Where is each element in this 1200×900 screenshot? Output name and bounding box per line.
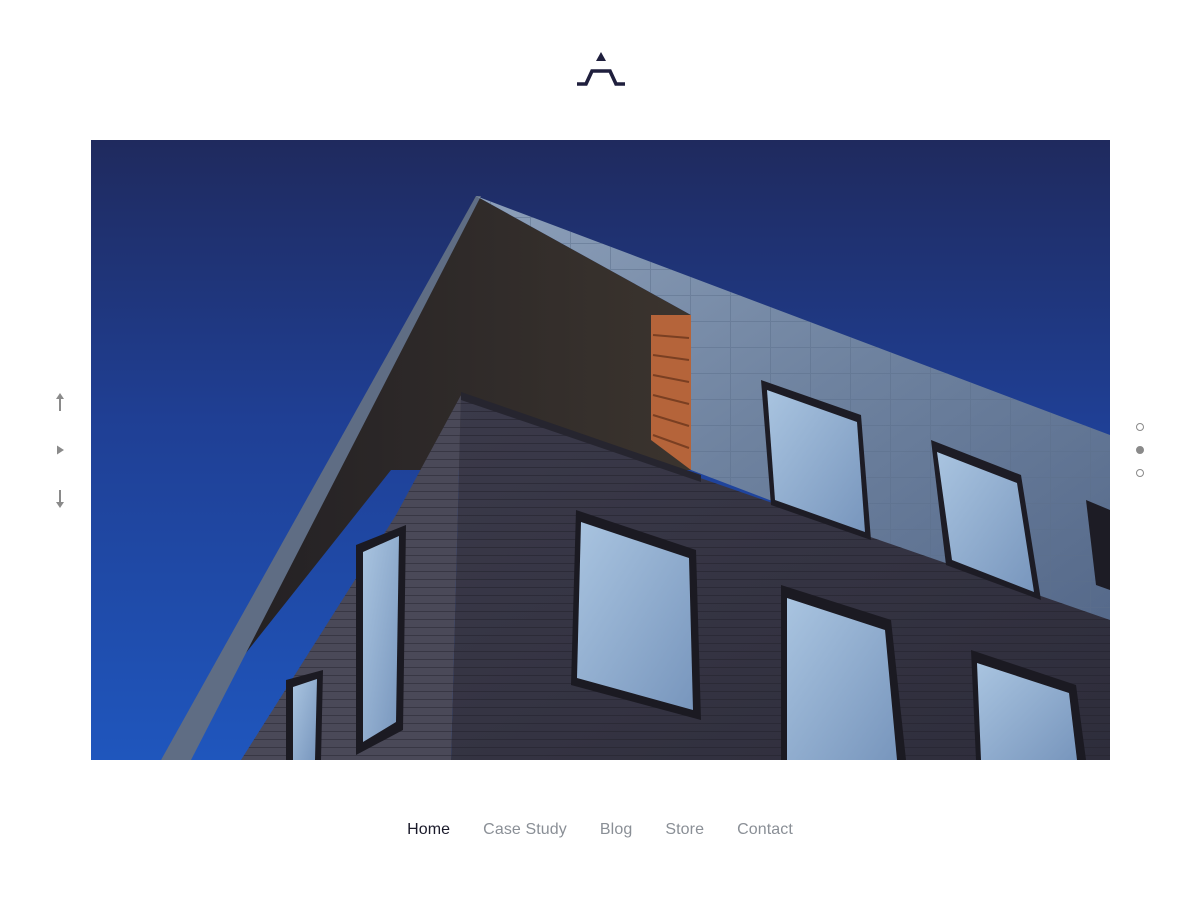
- nav-item-home[interactable]: Home: [407, 814, 450, 846]
- arrow-up-icon[interactable]: [50, 390, 70, 414]
- slide-dot-2[interactable]: [1136, 446, 1144, 454]
- abstract-a-logo-icon[interactable]: [576, 50, 626, 88]
- main-navigation: Home Case Study Blog Store Contact: [0, 814, 1200, 846]
- nav-item-blog[interactable]: Blog: [600, 814, 632, 846]
- slide-dot-1[interactable]: [1136, 423, 1144, 431]
- slide-pagination: [1134, 420, 1148, 482]
- hero-image: [91, 140, 1110, 760]
- nav-item-case-study[interactable]: Case Study: [483, 814, 567, 846]
- play-icon[interactable]: [50, 438, 70, 462]
- arrow-down-icon[interactable]: [50, 487, 70, 511]
- slider-side-controls: [50, 390, 70, 515]
- nav-item-contact[interactable]: Contact: [737, 814, 793, 846]
- page: Home Case Study Blog Store Contact: [0, 0, 1200, 900]
- nav-item-store[interactable]: Store: [665, 814, 704, 846]
- slide-dot-3[interactable]: [1136, 469, 1144, 477]
